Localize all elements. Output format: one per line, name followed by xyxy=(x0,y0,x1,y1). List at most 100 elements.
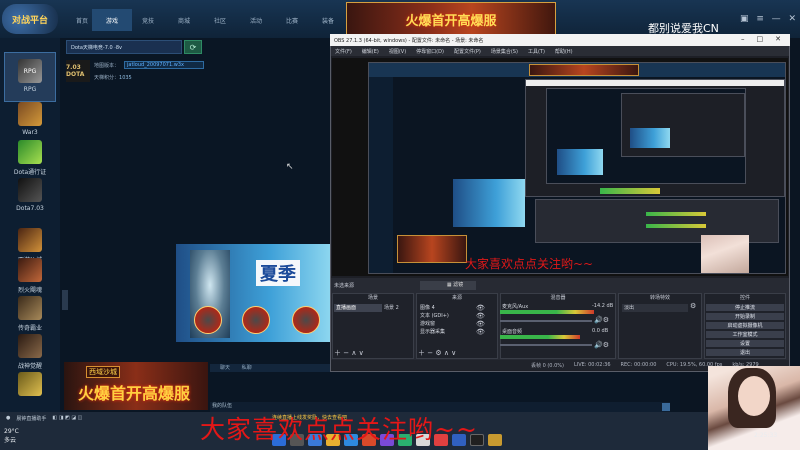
liehuo-icon xyxy=(18,258,42,282)
minimize-icon[interactable]: – xyxy=(741,35,745,45)
assistant-icon[interactable]: ● xyxy=(6,415,10,421)
add-scene-icon[interactable]: ＋ − ∧ ∨ xyxy=(334,348,364,358)
preview-webcam xyxy=(701,235,749,273)
scene-item-2[interactable]: 场景 2 xyxy=(384,304,412,312)
sidebar-item-tianwang[interactable] xyxy=(4,366,56,406)
mixer-track-desktop: 桌面音频 xyxy=(502,329,523,335)
map-version-link[interactable]: jatloud_20097071.w3x xyxy=(124,61,204,69)
bottom-ad-banner[interactable]: 西域沙城 火爆首开高爆服 xyxy=(64,362,208,410)
captured-mixer xyxy=(646,224,706,228)
skin-icon[interactable]: ▣ xyxy=(740,14,749,30)
platform-logo[interactable]: 对战平台 xyxy=(2,4,58,34)
menu-edit[interactable]: 编辑(E) xyxy=(362,48,379,55)
visibility-icon[interactable]: 👁 👁 👁 👁 xyxy=(476,304,485,336)
stream-subtitle: 大家喜欢点点关注哟~~ xyxy=(200,415,478,444)
tool-icons[interactable]: ◧ ◨ ◩ ◪ ◫ xyxy=(52,415,82,421)
speaker-icon[interactable]: 🔊⚙ xyxy=(594,341,609,349)
minimize-icon[interactable]: — xyxy=(772,14,781,30)
weather-temp: 29°C xyxy=(4,428,19,435)
status-rec: REC: 00:00:00 xyxy=(620,362,657,368)
rpg-icon: RPG xyxy=(18,59,42,83)
game-mode-tab[interactable]: Dota天梯电竞-7.0 ·8v xyxy=(66,40,182,54)
nav-tab-community[interactable]: 社区 xyxy=(200,9,240,31)
sidebar-item-label: Dota7.03 xyxy=(16,205,44,212)
studio-mode-button[interactable]: 工作室模式 xyxy=(706,331,784,338)
collapse-handle[interactable] xyxy=(62,290,68,310)
close-icon[interactable]: ✕ xyxy=(775,35,781,45)
taskbar-clock[interactable]: 2:25:33 xyxy=(754,432,777,439)
app-icon[interactable] xyxy=(488,434,502,446)
nav-tab-shop[interactable]: 商城 xyxy=(164,9,204,31)
virtual-camera-button[interactable]: 启动虚拟摄像机 xyxy=(706,322,784,329)
nested-summer-ad xyxy=(630,128,670,148)
settings-button[interactable]: 设置 xyxy=(706,340,784,347)
nav-tab-games[interactable]: 游戏 xyxy=(92,9,132,31)
start-record-button[interactable]: 开始录制 xyxy=(706,313,784,320)
assistant-toolbar: ● 晨钟直播助手 ◧ ◨ ◩ ◪ ◫ xyxy=(6,413,204,423)
mixer-meter-mic xyxy=(500,310,594,314)
scene-item-live[interactable]: 直播画面 xyxy=(334,304,382,312)
source-item[interactable]: 显示器采集 xyxy=(420,328,445,335)
nested-desktop-2 xyxy=(546,88,746,184)
top-ad-banner[interactable]: 火爆首开高爆服 xyxy=(346,2,556,36)
chuanqi-icon xyxy=(18,296,42,320)
chat-tab-public[interactable]: 聊天 xyxy=(220,365,230,371)
war3-icon xyxy=(18,102,42,126)
screen: 对战平台 首页 游戏 竞技 商城 社区 活动 比赛 装备 火爆首开高爆服 都别说… xyxy=(0,0,800,450)
hero-orb-icon xyxy=(194,306,222,334)
obs-filters-button[interactable]: ▦ 滤镜 xyxy=(440,281,470,290)
mixer-db-desktop: 0.0 dB xyxy=(592,328,609,334)
summer-ad-title: 夏季 xyxy=(256,260,300,286)
menu-view[interactable]: 视图(V) xyxy=(389,48,406,55)
weather-widget[interactable]: 29°C 多云 xyxy=(4,428,19,444)
panel-header-sources: 来源 xyxy=(451,295,462,301)
nav-tab-compete[interactable]: 竞技 xyxy=(128,9,168,31)
nav-tab-items[interactable]: 装备 xyxy=(308,9,348,31)
chat-tab-private[interactable]: 私聊 xyxy=(242,365,252,371)
webcam-face xyxy=(738,376,770,416)
menu-dock[interactable]: 停靠窗口(D) xyxy=(416,48,444,55)
transition-select[interactable]: 淡出 xyxy=(622,304,688,312)
stop-stream-button[interactable]: 停止推流 xyxy=(706,304,784,311)
captured-banner xyxy=(529,64,639,76)
refresh-icon: ⟳ xyxy=(189,42,197,52)
menu-icon[interactable]: ≡ xyxy=(756,14,764,30)
menu-profile[interactable]: 配置文件(P) xyxy=(454,48,481,55)
transition-settings-icon[interactable]: ⚙ xyxy=(690,302,696,310)
panel-header-controls: 控件 xyxy=(739,295,750,301)
hero-orb-icon xyxy=(292,306,320,334)
close-icon[interactable]: ✕ xyxy=(788,14,796,30)
source-item[interactable]: 图像 4 xyxy=(420,304,435,311)
top-banner-text: 火爆首开高爆服 xyxy=(405,13,497,29)
speaker-icon[interactable]: 🔊⚙ xyxy=(594,316,609,324)
menu-scene-collection[interactable]: 场景集合(S) xyxy=(491,48,518,55)
menu-tools[interactable]: 工具(T) xyxy=(528,48,545,55)
obs-preview[interactable]: 大家喜欢点点关注哟~~ xyxy=(332,58,788,276)
captured-mixer xyxy=(646,212,706,216)
exit-button[interactable]: 退出 xyxy=(706,349,784,356)
nested-obs-2 xyxy=(621,93,745,157)
sidebar-item-rpg[interactable]: RPG RPG xyxy=(4,52,56,102)
add-source-icon[interactable]: ＋ − ⚙ ∧ ∨ xyxy=(418,348,456,358)
source-item[interactable]: 游戏窗 xyxy=(420,320,435,327)
mixer-slider-mic[interactable] xyxy=(500,320,592,322)
sidebar-item-dota703[interactable]: Dota7.03 xyxy=(4,172,56,222)
nav-tab-matches[interactable]: 比赛 xyxy=(272,9,312,31)
captured-sidebar xyxy=(369,77,393,273)
obs-titlebar: OBS 27.1.3 (64-bit, windows) - 配置文件: 未命名… xyxy=(330,34,790,46)
zhanshen-icon xyxy=(18,334,42,358)
send-icon[interactable] xyxy=(662,403,670,411)
source-item[interactable]: 文本 (GDI+) xyxy=(420,312,449,319)
menu-help[interactable]: 帮助(H) xyxy=(555,48,573,55)
status-live: LIVE: 00:02:36 xyxy=(573,362,611,368)
mixer-meter-desktop xyxy=(500,335,580,339)
panel-header-transitions: 转场特效 xyxy=(649,295,670,301)
nav-tab-events[interactable]: 活动 xyxy=(236,9,276,31)
refresh-button[interactable]: ⟳ xyxy=(184,40,202,54)
mixer-slider-desktop[interactable] xyxy=(500,344,592,346)
nested-summer-ad xyxy=(557,149,603,175)
maximize-icon[interactable]: □ xyxy=(757,35,764,45)
summer-ad-banner[interactable]: 夏季 xyxy=(176,244,332,342)
menu-file[interactable]: 文件(F) xyxy=(335,48,352,55)
map-version-label: 地图版本： xyxy=(94,63,120,69)
